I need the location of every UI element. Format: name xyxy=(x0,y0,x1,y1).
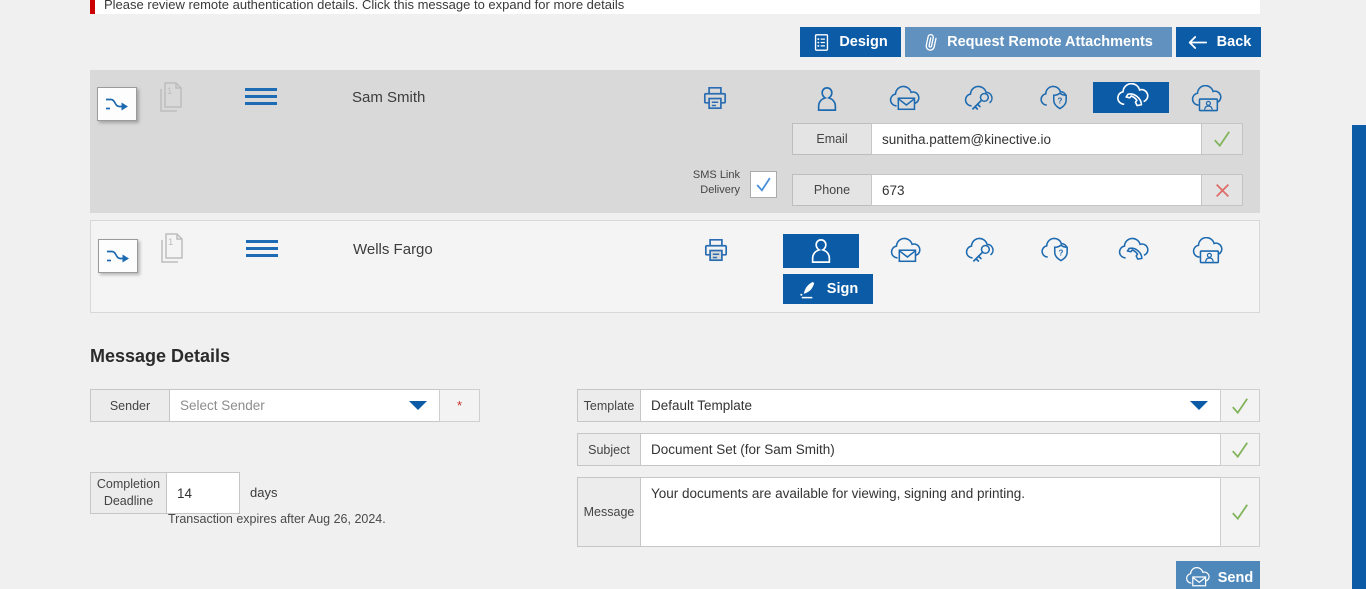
cloud-email-icon[interactable] xyxy=(886,82,920,116)
cloud-email-icon[interactable] xyxy=(887,234,921,268)
sender-required-badge: * xyxy=(439,389,480,422)
paperclip-icon xyxy=(924,32,938,53)
drag-handle-icon[interactable] xyxy=(246,240,278,261)
email-field-wrap xyxy=(871,123,1202,155)
request-remote-attachments-label: Request Remote Attachments xyxy=(947,34,1153,50)
expiry-note: Transaction expires after Aug 26, 2024. xyxy=(168,512,386,526)
document-count-icon: 1 xyxy=(156,81,186,115)
sender-select[interactable]: Select Sender xyxy=(169,389,440,422)
cloud-key-icon[interactable] xyxy=(962,234,996,268)
design-icon xyxy=(813,33,830,52)
authentication-warning-banner[interactable]: Please review remote authentication deta… xyxy=(90,0,1260,14)
sms-link-delivery-label: SMS Link Delivery xyxy=(682,168,740,198)
recipient-name: Sam Smith xyxy=(352,89,425,106)
design-button[interactable]: Design xyxy=(800,27,901,57)
document-count-icon: 1 xyxy=(157,232,187,266)
message-textarea[interactable]: Your documents are available for viewing… xyxy=(641,478,1220,546)
template-label: Template xyxy=(577,389,641,422)
sign-button-label: Sign xyxy=(827,281,858,297)
dropdown-caret-icon xyxy=(1190,401,1208,410)
required-marker: * xyxy=(457,402,462,410)
cloud-phone-icon[interactable] xyxy=(1093,82,1169,113)
sms-link-delivery-checkbox[interactable] xyxy=(750,171,777,198)
template-value: Default Template xyxy=(641,398,1190,413)
back-arrow-icon xyxy=(1186,35,1208,50)
template-valid-badge xyxy=(1220,389,1260,422)
request-remote-attachments-button[interactable]: Request Remote Attachments xyxy=(905,27,1172,57)
valid-check-icon xyxy=(1230,503,1250,521)
recipient-name: Wells Fargo xyxy=(353,241,433,258)
back-button-label: Back xyxy=(1217,34,1252,50)
valid-check-icon xyxy=(1230,397,1250,415)
document-count: 1 xyxy=(167,86,172,97)
invalid-cross-icon xyxy=(1214,182,1231,199)
subject-label: Subject xyxy=(577,433,641,466)
branch-arrow-icon[interactable] xyxy=(98,239,138,273)
phone-invalid-badge xyxy=(1201,174,1243,206)
deadline-input[interactable] xyxy=(167,473,239,513)
sign-button[interactable]: Sign xyxy=(783,274,873,304)
subject-valid-badge xyxy=(1220,433,1260,466)
cloud-shield-question-icon[interactable] xyxy=(1037,82,1071,116)
cloud-contact-icon[interactable] xyxy=(1189,234,1223,268)
document-count: 1 xyxy=(168,237,173,248)
email-label: Email xyxy=(792,123,872,155)
dropdown-caret-icon xyxy=(409,401,427,410)
recipient-row: 1 Wells Fargo Sign xyxy=(90,220,1260,313)
send-cloud-mail-icon xyxy=(1183,567,1210,589)
send-button[interactable]: Send xyxy=(1176,561,1260,589)
sender-label: Sender xyxy=(90,389,170,422)
design-button-label: Design xyxy=(839,34,887,50)
send-documents-screen: Please review remote authentication deta… xyxy=(0,0,1366,589)
subject-input[interactable] xyxy=(641,434,1220,465)
completion-deadline-label: Completion Deadline xyxy=(90,472,167,514)
cloud-key-icon[interactable] xyxy=(961,82,995,116)
in-person-signer-icon[interactable] xyxy=(810,82,844,116)
sender-placeholder: Select Sender xyxy=(170,398,409,413)
printer-icon[interactable] xyxy=(701,235,731,265)
checkbox-check-icon xyxy=(754,176,773,193)
message-field-wrap: Your documents are available for viewing… xyxy=(640,477,1221,547)
drag-handle-icon[interactable] xyxy=(245,88,277,109)
phone-label: Phone xyxy=(792,174,872,206)
in-person-signer-icon[interactable] xyxy=(783,234,859,268)
message-label: Message xyxy=(577,477,641,547)
valid-check-icon xyxy=(1230,441,1250,459)
cloud-contact-icon[interactable] xyxy=(1188,82,1222,116)
email-valid-badge xyxy=(1201,123,1243,155)
warning-message: Please review remote authentication deta… xyxy=(104,0,624,12)
back-button[interactable]: Back xyxy=(1176,27,1261,57)
email-input[interactable] xyxy=(872,124,1201,154)
template-select[interactable]: Default Template xyxy=(640,389,1221,422)
valid-check-icon xyxy=(1212,130,1232,148)
send-button-label: Send xyxy=(1218,570,1253,586)
phone-input[interactable] xyxy=(872,175,1201,205)
cloud-shield-question-icon[interactable] xyxy=(1038,234,1072,268)
cloud-phone-icon[interactable] xyxy=(1115,234,1149,268)
quill-sign-icon xyxy=(798,279,819,300)
scrollbar[interactable] xyxy=(1352,125,1366,589)
message-valid-badge xyxy=(1220,477,1260,547)
subject-field-wrap xyxy=(640,433,1221,466)
deadline-field-wrap xyxy=(166,472,240,514)
deadline-unit: days xyxy=(250,485,277,500)
printer-icon[interactable] xyxy=(700,83,730,113)
message-details-title: Message Details xyxy=(90,346,230,367)
phone-field-wrap xyxy=(871,174,1202,206)
branch-arrow-icon[interactable] xyxy=(97,87,137,121)
recipient-row: 1 Sam Smith Email SMS Link Delivery Phon… xyxy=(90,70,1260,213)
